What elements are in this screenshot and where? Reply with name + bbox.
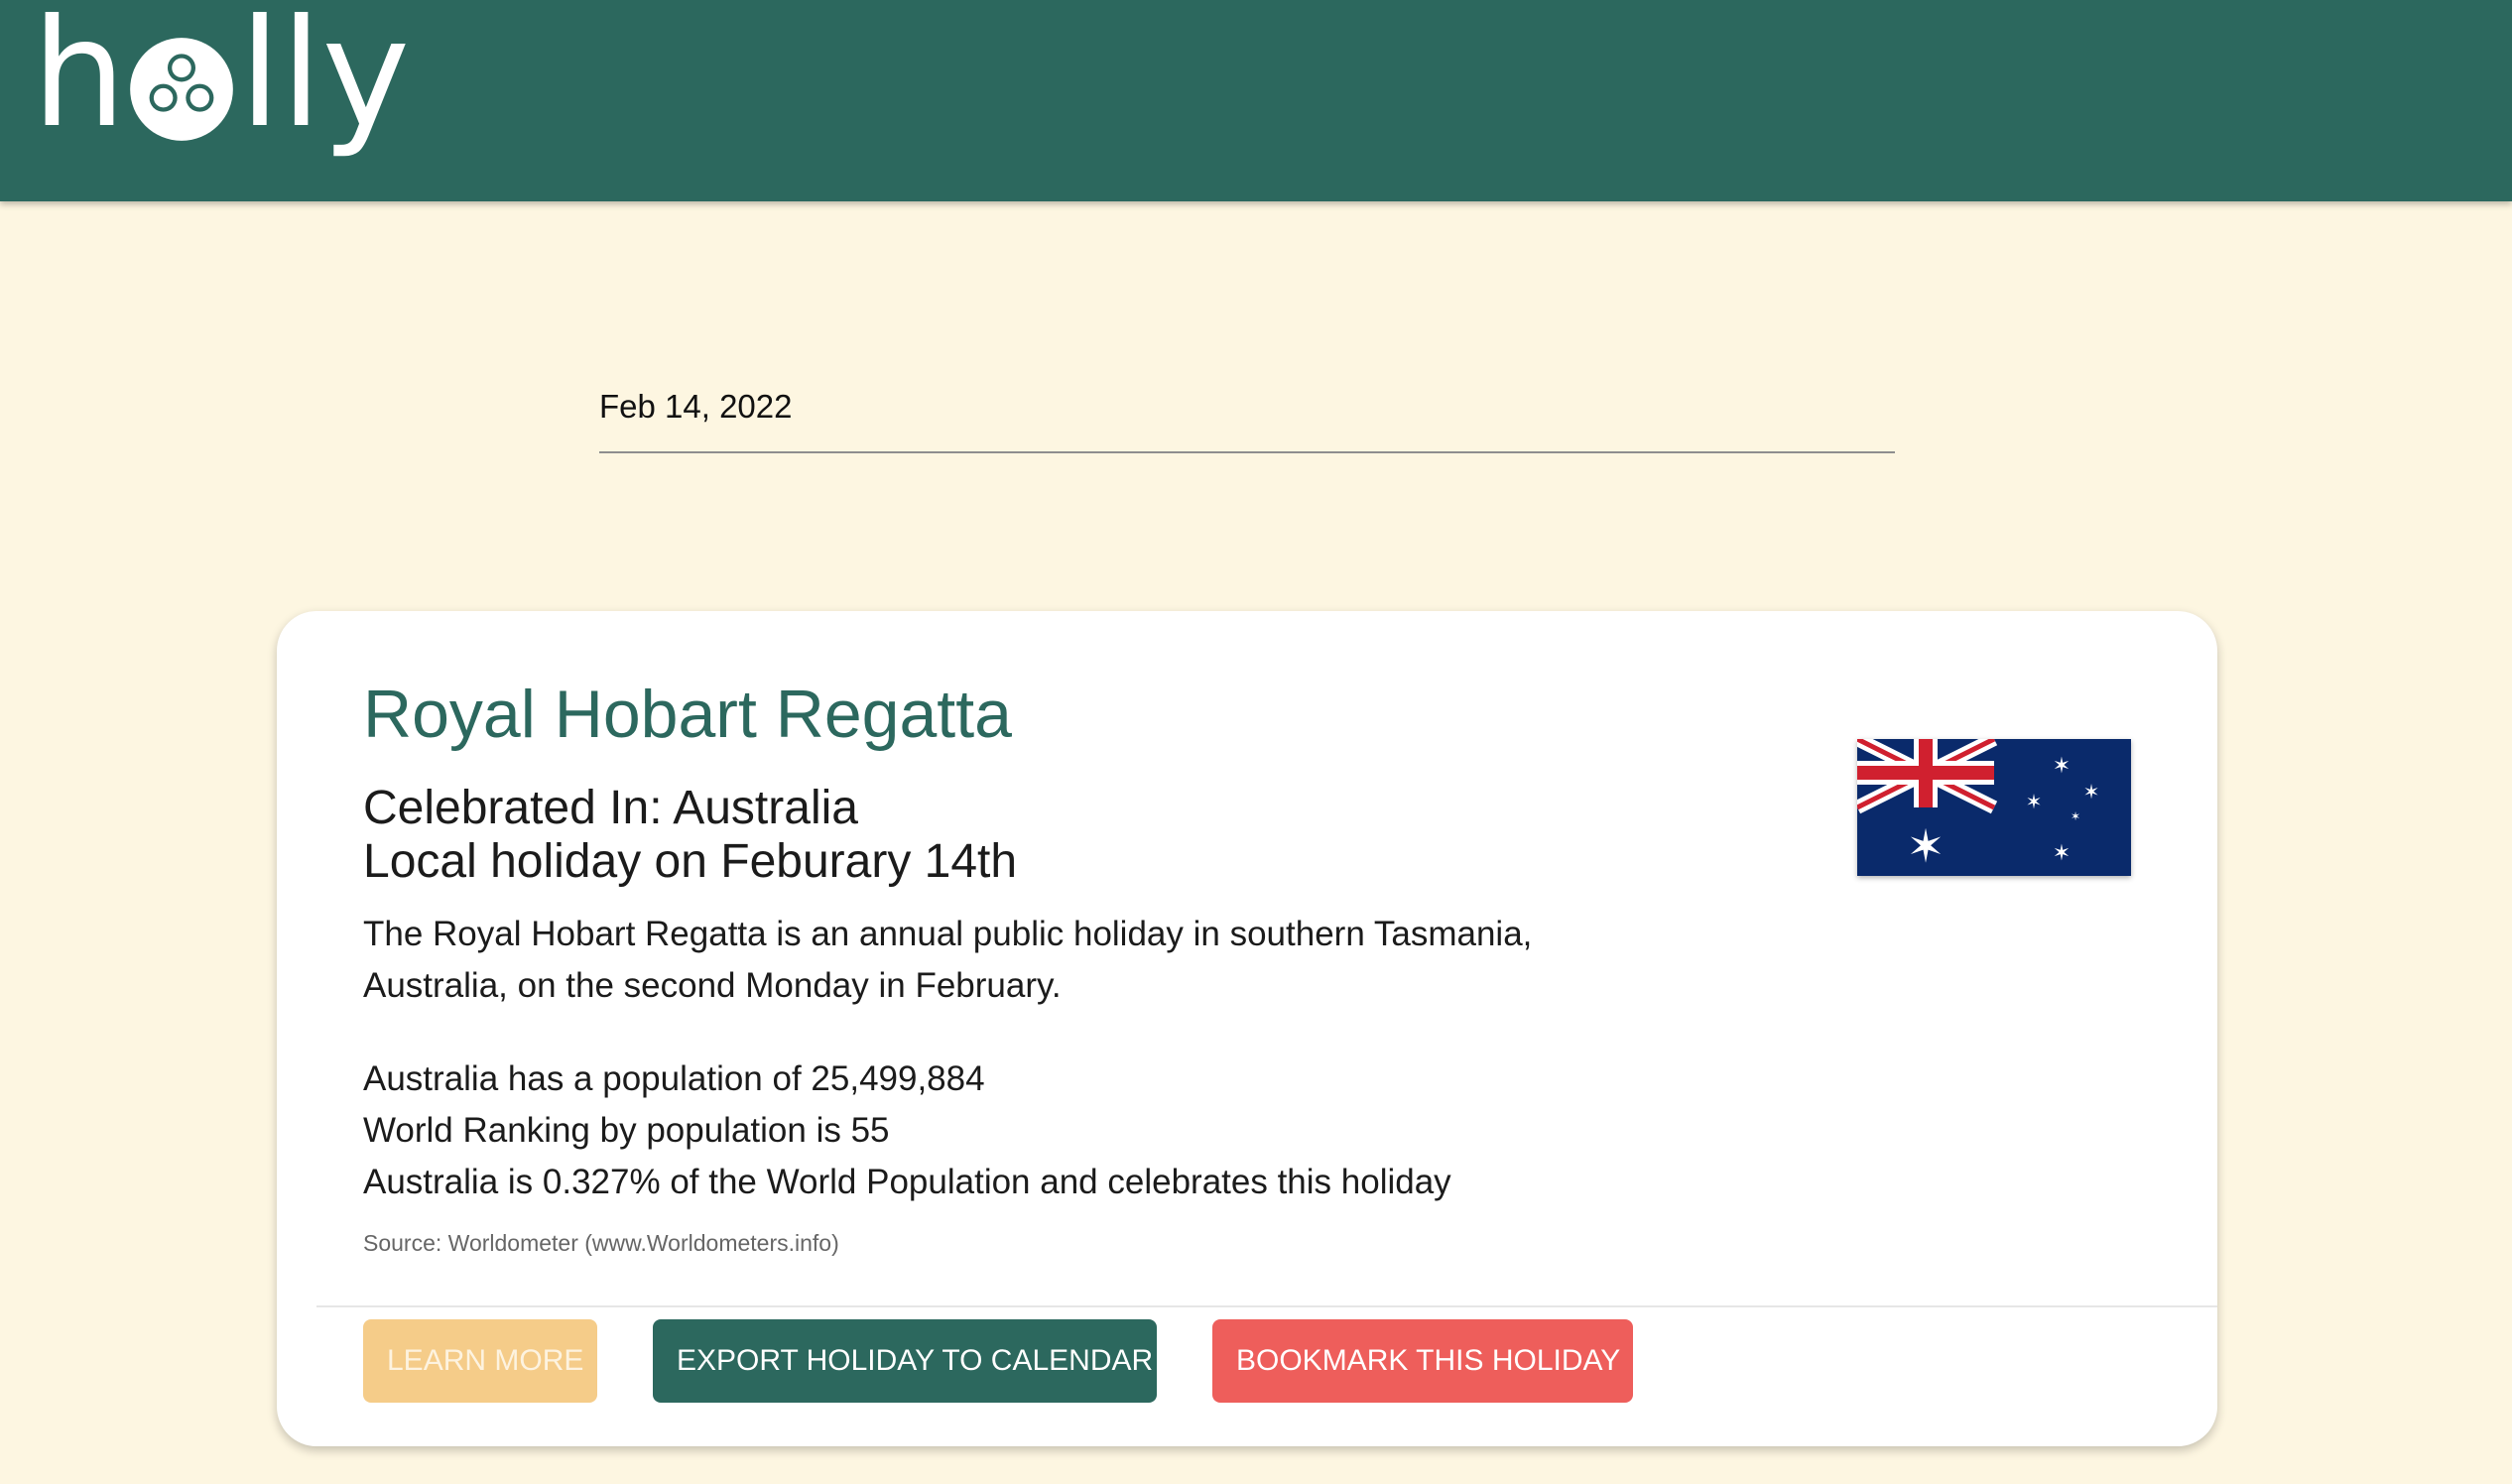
holly-logo[interactable]: h lly	[32, 0, 410, 179]
holly-leaf-icon	[130, 38, 233, 141]
bookmark-holiday-button[interactable]: BOOKMARK THIS HOLIDAY	[1212, 1319, 1633, 1403]
date-field[interactable]: Feb 14, 2022	[599, 377, 1895, 453]
card-divider	[316, 1305, 2217, 1307]
svg-text:✶: ✶	[2071, 809, 2080, 823]
learn-more-button[interactable]: LEARN MORE	[363, 1319, 597, 1403]
top-app-bar: h lly	[0, 0, 2512, 201]
local-holiday-date: Local holiday on Feburary 14th	[363, 835, 1018, 888]
ranking-stat: World Ranking by population is 55	[363, 1111, 890, 1150]
source-note: Source: Worldometer (www.Worldometers.in…	[363, 1230, 839, 1256]
svg-text:✶: ✶	[1907, 819, 1946, 873]
australia-flag-icon: ✶ ✶ ✶ ✶ ✶ ✶	[1857, 739, 2131, 876]
logo-letters-lly: lly	[239, 0, 411, 161]
date-value[interactable]: Feb 14, 2022	[599, 377, 1895, 436]
share-stat: Australia is 0.327% of the World Populat…	[363, 1163, 1451, 1201]
celebrated-in: Celebrated In: Australia	[363, 782, 858, 834]
logo-letter-h: h	[32, 0, 127, 161]
holiday-card: Royal Hobart Regatta Celebrated In: Aust…	[277, 611, 2217, 1446]
svg-text:✶: ✶	[2053, 754, 2071, 779]
svg-text:✶: ✶	[2026, 790, 2043, 813]
holiday-description: The Royal Hobart Regatta is an annual pu…	[363, 915, 1533, 1005]
svg-text:✶: ✶	[2083, 780, 2100, 804]
svg-text:✶: ✶	[2053, 841, 2071, 866]
population-stat: Australia has a population of 25,499,884	[363, 1059, 985, 1098]
export-to-calendar-button[interactable]: EXPORT HOLIDAY TO CALENDAR	[653, 1319, 1157, 1403]
holiday-title: Royal Hobart Regatta	[363, 677, 1012, 752]
